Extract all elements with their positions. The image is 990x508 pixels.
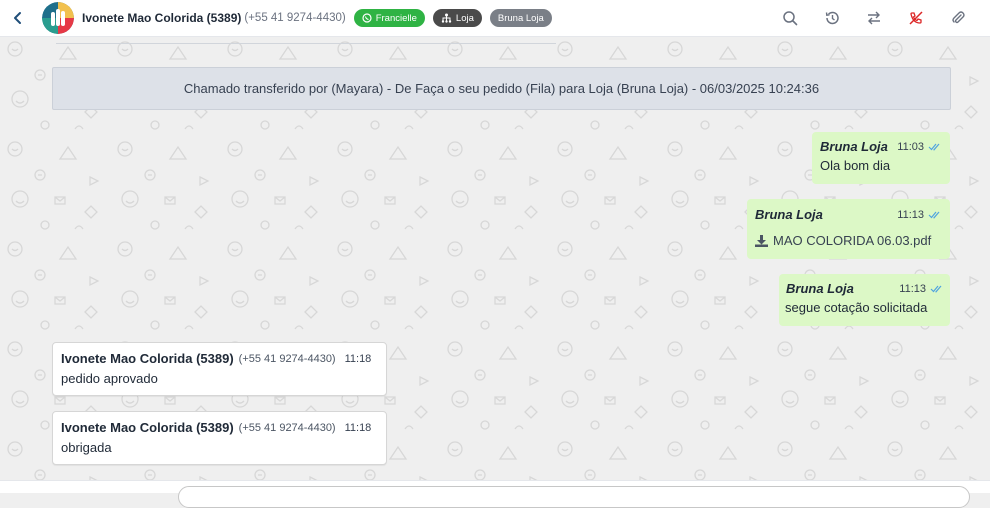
message-sender: Ivonete Mao Colorida (5389) (61, 351, 234, 366)
message-time: 11:03 (897, 140, 924, 153)
history-button[interactable] (822, 8, 842, 28)
message-bubble-incoming[interactable]: Ivonete Mao Colorida (5389) (+55 41 9274… (52, 411, 387, 465)
message-time: 11:13 (899, 282, 926, 295)
tag-user[interactable]: Bruna Loja (489, 9, 552, 27)
transfer-notice: Chamado transferido por (Mayara) - De Fa… (52, 67, 951, 110)
chat-area[interactable]: Chamado transferido por (Mayara) - De Fa… (0, 37, 990, 480)
avatar[interactable] (42, 2, 74, 34)
message-time: 11:13 (897, 208, 924, 221)
message-bubble-incoming[interactable]: Ivonete Mao Colorida (5389) (+55 41 9274… (52, 342, 387, 396)
whatsapp-icon (362, 13, 372, 23)
attachment-icon (952, 11, 965, 24)
message-bubble-outgoing[interactable]: Bruna Loja 11:13 MAO COLORIDA 06.03.pdf (747, 199, 950, 259)
message-sender-phone: (+55 41 9274-4430) (238, 352, 336, 365)
tag-label: Francielle (375, 12, 417, 24)
contact-phone: (+55 41 9274-4430) (244, 12, 346, 24)
tag-label: Bruna Loja (497, 12, 544, 24)
search-icon (783, 11, 798, 26)
message-text: Ola bom dia (820, 158, 891, 173)
download-icon (755, 234, 768, 247)
file-name: MAO COLORIDA 06.03.pdf (773, 233, 932, 248)
message-sender: Bruna Loja (755, 207, 823, 222)
search-button[interactable] (780, 8, 800, 28)
message-input[interactable] (178, 486, 970, 508)
message-time: 11:18 (344, 421, 372, 434)
message-sender: Bruna Loja (820, 139, 888, 154)
message-text: segue cotação solicitada (785, 300, 928, 315)
contact-name: Ivonete Mao Colorida (5389) (82, 11, 242, 25)
history-icon (825, 11, 839, 25)
message-bubble-outgoing[interactable]: Bruna Loja 11:03 Ola bom dia (812, 132, 950, 184)
transfer-icon (868, 11, 880, 25)
message-sender-phone: (+55 41 9274-4430) (238, 421, 336, 434)
sitemap-icon (441, 13, 452, 23)
double-check-icon (928, 211, 940, 219)
chat-header: Ivonete Mao Colorida (5389) (+55 41 9274… (0, 0, 990, 37)
file-attachment[interactable]: MAO COLORIDA 06.03.pdf (755, 233, 942, 248)
message-time: 11:18 (344, 352, 372, 365)
message-text: obrigada (61, 440, 112, 455)
chevron-left-icon (14, 12, 21, 24)
transfer-notice-text: Chamado transferido por (Mayara) - De Fa… (183, 81, 820, 96)
tag-label: Loja (455, 12, 474, 24)
message-text: pedido aprovado (61, 371, 158, 386)
close-ticket-button[interactable] (906, 8, 926, 28)
tag-queue[interactable]: Loja (432, 9, 482, 27)
header-actions (780, 0, 968, 36)
divider (56, 43, 556, 44)
close-ticket-icon (909, 11, 923, 25)
tag-whatsapp-connection[interactable]: Francielle (353, 9, 425, 27)
message-sender: Ivonete Mao Colorida (5389) (61, 420, 234, 435)
message-sender: Bruna Loja (786, 281, 854, 296)
back-button[interactable] (0, 0, 36, 36)
transfer-button[interactable] (864, 8, 884, 28)
message-bubble-outgoing[interactable]: Bruna Loja 11:13 segue cotação solicitad… (779, 274, 950, 326)
attach-button[interactable] (948, 8, 968, 28)
double-check-icon (930, 285, 942, 293)
double-check-icon (928, 143, 940, 151)
